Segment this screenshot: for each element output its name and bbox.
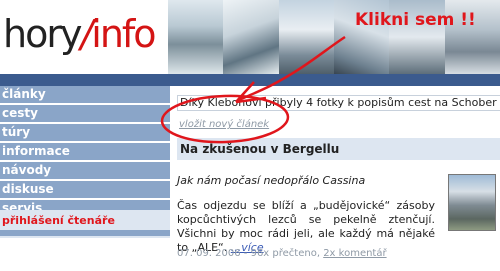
nav-item-clanky[interactable]: články: [0, 86, 170, 105]
article-body: Čas odjezdu se blíží a „budějovické“ zás…: [177, 199, 435, 255]
new-article-link[interactable]: vložit nový článek: [179, 119, 269, 130]
nav-item-diskuse[interactable]: diskuse: [0, 181, 170, 200]
login-panel: přihlášení čtenáře: [0, 210, 170, 238]
nav-item-navody[interactable]: návody: [0, 162, 170, 181]
comments-link[interactable]: 2x komentář: [323, 248, 386, 259]
main-content: Díky Klebonovi přibyly 4 fotky k popisům…: [172, 86, 500, 271]
sidebar: články cesty túry informace návody disku…: [0, 86, 170, 271]
logo-part-hory: hory: [3, 12, 82, 56]
article-title[interactable]: Na zkušenou v Bergellu: [180, 142, 339, 156]
login-link[interactable]: přihlášení čtenáře: [2, 214, 115, 227]
news-ticker[interactable]: Díky Klebonovi přibyly 4 fotky k popisům…: [177, 95, 500, 111]
article-date-views: 07. 09. 2006 - 96x přečteno,: [177, 248, 320, 259]
article-body-text: Čas odjezdu se blíží a „budějovické“ zás…: [177, 199, 435, 254]
article-title-bar: Na zkušenou v Bergellu: [177, 138, 500, 160]
nav-item-cesty[interactable]: cesty: [0, 105, 170, 124]
annotation-text: Klikni sem !!: [355, 10, 476, 30]
article-thumbnail[interactable]: [448, 174, 496, 231]
nav-item-informace[interactable]: informace: [0, 143, 170, 162]
header-photo: [278, 0, 334, 74]
logo-part-info: info: [91, 12, 156, 56]
logo-slash: /: [80, 12, 93, 56]
header: hory/info Klikni sem !!: [0, 0, 500, 74]
header-photo: [223, 0, 279, 74]
header-photo: [168, 0, 224, 74]
top-bar: [0, 74, 500, 86]
article-meta: 07. 09. 2006 - 96x přečteno, 2x komentář: [177, 248, 387, 259]
nav-item-tury[interactable]: túry: [0, 124, 170, 143]
login-divider: [0, 230, 170, 236]
article-subtitle: Jak nám počasí nedopřálo Cassina: [177, 174, 366, 187]
site-logo[interactable]: hory/info: [3, 12, 157, 56]
